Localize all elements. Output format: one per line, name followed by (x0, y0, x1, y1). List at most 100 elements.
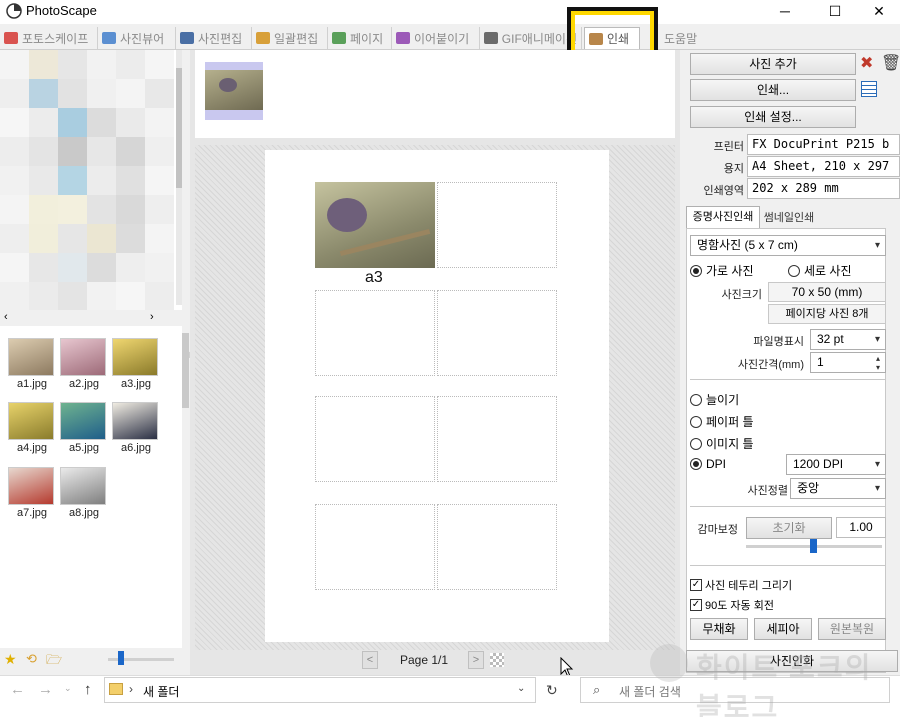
radio-dot (788, 264, 800, 277)
monochrome-button[interactable]: 무채화 (690, 618, 748, 640)
spacing-stepper[interactable]: 1 ▴ ▾ (810, 352, 886, 373)
viewer-tab-icon (102, 32, 116, 44)
photoscape-window: PhotoScape ─ ☐ ✕ 포토스케이프 사진뷰어 사진편집 일괄편집 페… (0, 0, 900, 717)
photo-slot[interactable] (315, 290, 435, 376)
prev-page-button[interactable]: < (362, 651, 378, 669)
list-view-icon[interactable] (861, 81, 877, 97)
thumbnail-item[interactable]: a8.jpg (60, 467, 108, 519)
checker-grid-icon[interactable] (490, 653, 504, 667)
thumbnail-label: a4.jpg (17, 442, 47, 454)
dpi-select[interactable]: 1200 DPI ▾ (786, 454, 886, 475)
photo-slot[interactable] (437, 290, 557, 376)
fit-dpi-radio[interactable]: DPI (690, 457, 726, 471)
tab-photoscape[interactable]: 포토스케이프 (0, 27, 98, 49)
thumbnail-item[interactable]: a1.jpg (8, 338, 56, 390)
sepia-button[interactable]: 세피아 (754, 618, 812, 640)
auto-rotate-checkbox[interactable]: ✓ 90도 자동 회전 (690, 597, 774, 613)
rotate-folder-icon[interactable]: ⟲ (26, 651, 37, 667)
photo-slot[interactable] (315, 504, 435, 590)
print-settings-button[interactable]: 인쇄 설정... (690, 106, 856, 128)
radio-dot (690, 458, 702, 470)
gamma-reset-button[interactable]: 초기화 (746, 517, 832, 539)
gamma-slider-thumb[interactable] (810, 539, 817, 553)
pane-splitter[interactable]: ◀ (182, 50, 190, 675)
radio-dot (690, 264, 702, 277)
close-button[interactable]: ✕ (856, 0, 900, 24)
tab-batch[interactable]: 일괄편집 (252, 27, 328, 49)
maximize-button[interactable]: ☐ (812, 0, 858, 24)
star-icon[interactable]: ★ (4, 651, 17, 668)
align-select[interactable]: 중앙 ▾ (790, 478, 886, 499)
fit-stretch-radio[interactable]: 늘이기 (690, 391, 739, 408)
folder-tree-hscroll[interactable]: ‹ › (0, 310, 182, 326)
save-photo-button[interactable]: 사진인화 (686, 650, 898, 672)
tab-label: 일괄편집 (274, 31, 319, 46)
thumbnail-item[interactable]: a5.jpg (60, 402, 108, 454)
subtab-id-photo[interactable]: 증명사진인쇄 (686, 206, 760, 228)
print-area-field: 202 x 289 mm (747, 178, 900, 199)
address-dropdown-icon[interactable]: ⌄ (517, 683, 525, 694)
thumbnail-image (8, 402, 54, 440)
portrait-label: 세로 사진 (804, 264, 852, 278)
scroll-right-icon[interactable]: › (150, 311, 154, 323)
up-arrow-icon[interactable]: ↑ (84, 681, 92, 698)
photo-slot[interactable] (437, 182, 557, 268)
search-placeholder: 새 폴더 검색 (619, 685, 681, 699)
print-preview-area: a3 < Page 1/1 > (190, 50, 680, 675)
thumbnail-item[interactable]: a3.jpg (112, 338, 160, 390)
minimize-button[interactable]: ─ (762, 0, 808, 24)
radio-dot (690, 393, 702, 406)
selected-photo-thumb[interactable] (205, 62, 263, 120)
address-field[interactable]: › 새 폴더 ⌄ (104, 677, 536, 703)
gamma-value[interactable]: 1.00 (836, 517, 886, 538)
refresh-icon[interactable]: ↻ (546, 682, 558, 699)
thumbnail-item[interactable]: a2.jpg (60, 338, 108, 390)
print-button[interactable]: 인쇄... (690, 79, 856, 101)
history-chevron-icon[interactable]: ⌄ (64, 683, 72, 694)
tab-editor[interactable]: 사진편집 (176, 27, 252, 49)
align-label: 사진정렬 (747, 485, 788, 497)
thumbnail-item[interactable]: a7.jpg (8, 467, 56, 519)
chevron-down-icon: ▾ (874, 240, 880, 251)
photo-slot[interactable] (437, 396, 557, 482)
draw-border-checkbox[interactable]: ✓ 사진 테두리 그리기 (690, 577, 792, 593)
restore-button[interactable]: 원본복원 (818, 618, 886, 640)
trash-icon[interactable]: 🗑 (881, 53, 900, 73)
forward-arrow-icon[interactable]: → (38, 681, 53, 698)
tab-combine[interactable]: 이어붙이기 (392, 27, 480, 49)
back-arrow-icon[interactable]: ← (10, 681, 25, 698)
search-box[interactable]: ⌕ 새 폴더 검색 (580, 677, 890, 703)
subtab-thumbnail[interactable]: 썸네일인쇄 (760, 208, 818, 228)
folder-tree-blurred (0, 50, 182, 310)
tab-viewer[interactable]: 사진뷰어 (98, 27, 176, 49)
spinner-icon[interactable]: ▴ ▾ (876, 354, 880, 372)
thumbnail-image (60, 402, 106, 440)
photo-size-select[interactable]: 명함사진 (5 x 7 cm) ▾ (690, 235, 886, 256)
filename-size-select[interactable]: 32 pt ▾ (810, 329, 886, 350)
thumbnail-item[interactable]: a4.jpg (8, 402, 56, 454)
tab-label: 이어붙이기 (414, 31, 470, 46)
remove-photo-icon[interactable]: ✖ (860, 53, 873, 73)
open-folder-icon[interactable]: 🗁 (46, 651, 62, 673)
divider (690, 379, 886, 380)
portrait-radio[interactable]: 세로 사진 (788, 262, 852, 279)
selected-photo-strip (195, 50, 675, 138)
tab-help[interactable]: 도움말 (660, 27, 710, 49)
scroll-left-icon[interactable]: ‹ (4, 311, 8, 323)
tab-page[interactable]: 페이지 (328, 27, 392, 49)
fit-image-radio[interactable]: 이미지 틀 (690, 435, 754, 452)
current-folder: 새 폴더 (143, 685, 180, 699)
photoscape-tab-icon (4, 32, 18, 44)
photo-slot[interactable] (437, 504, 557, 590)
photo-slot[interactable] (315, 396, 435, 482)
fit-stretch-label: 늘이기 (706, 393, 740, 407)
spacing-value: 1 (817, 355, 824, 369)
thumbnail-item[interactable]: a6.jpg (112, 402, 160, 454)
photo-slot-filled[interactable] (315, 182, 435, 268)
add-photo-button[interactable]: 사진 추가 (690, 53, 856, 75)
landscape-radio[interactable]: 가로 사진 (690, 262, 754, 279)
next-page-button[interactable]: > (468, 651, 484, 669)
slider-thumb[interactable] (118, 651, 124, 665)
fit-paper-radio[interactable]: 페이퍼 틀 (690, 413, 754, 430)
page-tab-icon (332, 32, 346, 44)
